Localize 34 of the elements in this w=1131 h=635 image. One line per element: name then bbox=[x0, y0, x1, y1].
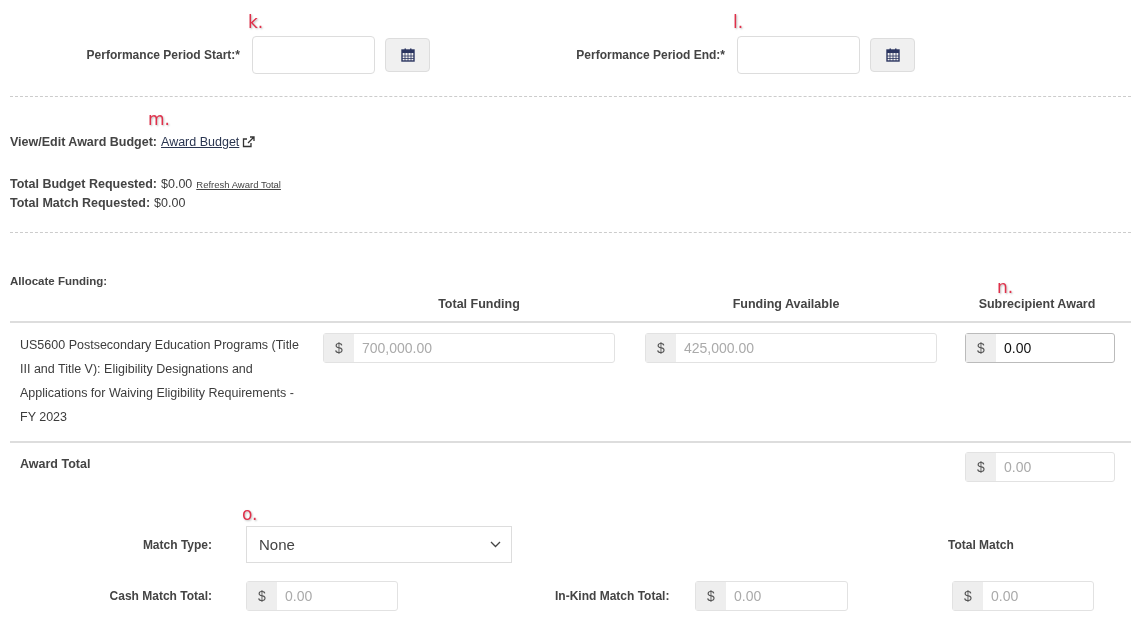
date-input[interactable] bbox=[737, 36, 860, 74]
award-budget-link[interactable]: Award Budget bbox=[161, 135, 256, 149]
calendar-icon bbox=[400, 48, 415, 62]
field-label: Performance Period Start:* bbox=[85, 48, 241, 62]
external-link-icon bbox=[242, 136, 256, 148]
field-label: Match Type: bbox=[141, 537, 213, 552]
section-title: Allocate Funding: bbox=[10, 275, 109, 287]
refresh-link[interactable]: Refresh Award Total bbox=[196, 175, 281, 194]
field-label: In-Kind Match Total: bbox=[555, 589, 671, 603]
total-label: Total Budget Requested: bbox=[10, 176, 157, 193]
annotation-marker: o. bbox=[242, 506, 258, 523]
annotation-marker: k. bbox=[248, 14, 264, 31]
calendar-icon bbox=[885, 48, 900, 62]
column-header: Total Funding bbox=[438, 297, 520, 311]
total-label: Total Match Requested: bbox=[10, 195, 151, 212]
field-label: Performance Period End:* bbox=[575, 48, 726, 62]
annotation-marker: l. bbox=[733, 14, 744, 31]
column-header: Funding Available bbox=[732, 297, 840, 311]
chevron-down-icon bbox=[490, 541, 501, 548]
currency-field[interactable]: $ 0.00 bbox=[965, 333, 1115, 363]
column-header: Subrecipient Award bbox=[978, 297, 1096, 311]
annotation-marker: n. bbox=[997, 279, 1014, 296]
match-type-dropdown[interactable]: None bbox=[246, 526, 512, 563]
calendar-button[interactable] bbox=[385, 38, 430, 72]
date-input[interactable] bbox=[252, 36, 375, 74]
column-header: Total Match bbox=[948, 537, 1014, 552]
field-label: Cash Match Total: bbox=[108, 589, 213, 603]
field-label: View/Edit Award Budget: bbox=[10, 135, 157, 149]
total-value: $0.00 bbox=[154, 195, 186, 212]
calendar-button[interactable] bbox=[870, 38, 915, 72]
annotation-marker: m. bbox=[148, 111, 170, 128]
program-name: US5600 Postsecondary Education Programs (Title III and Title V): Eligibility Designations and Applications for Waiving Eligibility Requirements - FY 2023 bbox=[19, 337, 300, 426]
award-total-label: Award Total bbox=[19, 456, 92, 473]
total-value: $0.00 bbox=[161, 176, 193, 193]
